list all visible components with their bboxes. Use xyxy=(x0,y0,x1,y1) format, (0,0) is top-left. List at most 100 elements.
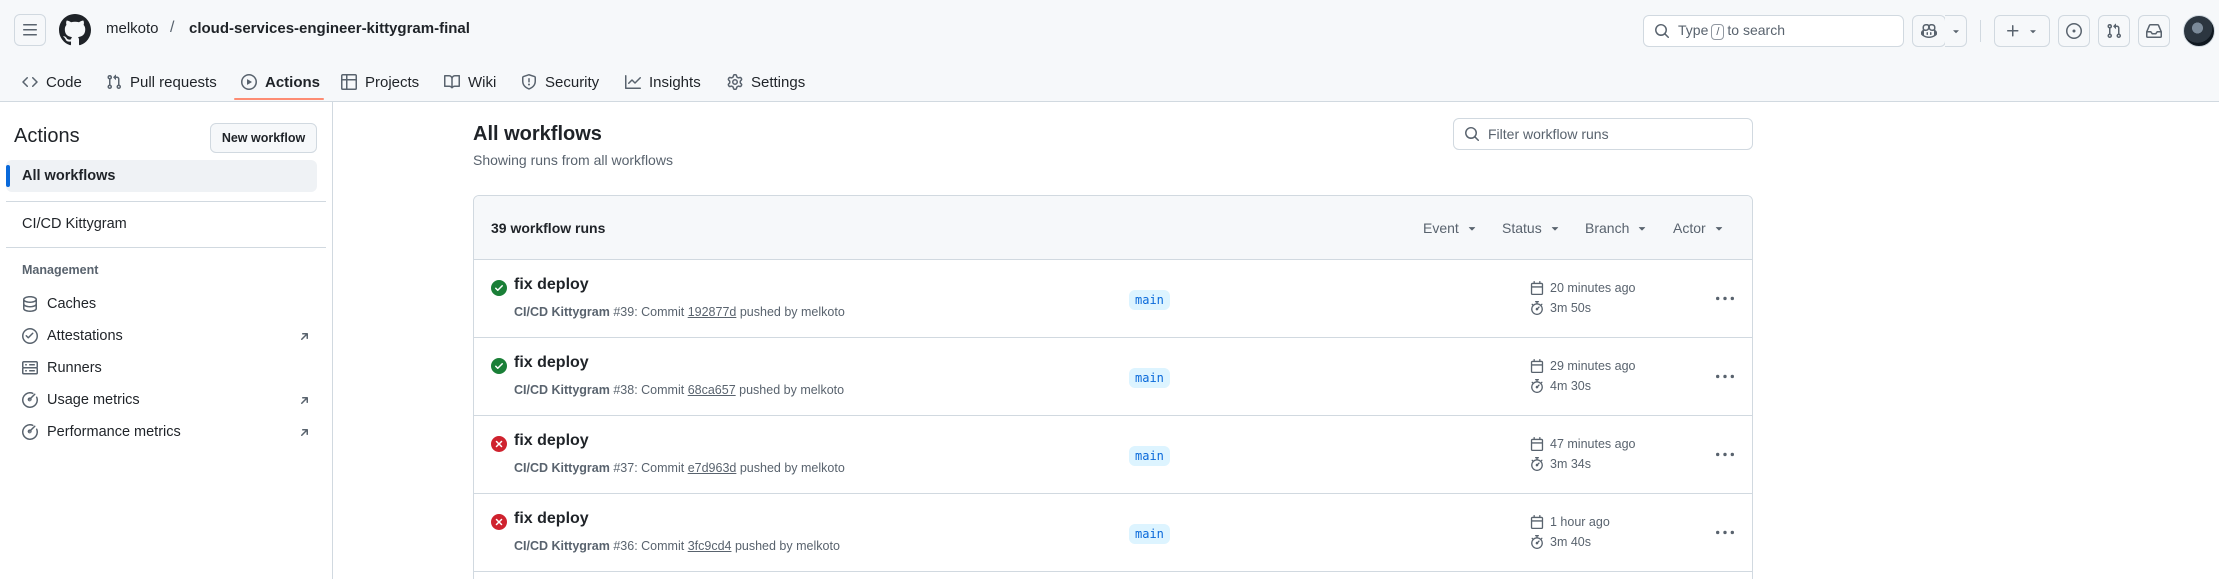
kebab-horizontal-icon xyxy=(1716,452,1734,457)
tab-security[interactable]: Security xyxy=(521,66,599,98)
run-number: #37 xyxy=(613,461,635,475)
run-workflow-name: CI/CD Kittygram xyxy=(514,383,610,397)
run-commit-sha-link[interactable]: 68ca657 xyxy=(688,383,736,397)
run-actions-menu-button[interactable] xyxy=(1715,289,1735,309)
sidebar-item-workflow[interactable]: CI/CD Kittygram xyxy=(22,216,127,232)
triangle-down-icon xyxy=(1715,227,1722,231)
branch-badge[interactable]: main xyxy=(1129,368,1170,388)
run-duration: 3m 50s xyxy=(1530,301,1591,315)
calendar-icon xyxy=(1530,281,1544,295)
run-title-link[interactable]: fix deploy xyxy=(514,510,589,528)
meter-icon xyxy=(22,392,38,408)
user-avatar[interactable] xyxy=(2183,15,2215,47)
filter-workflow-runs-input[interactable]: Filter workflow runs xyxy=(1453,118,1753,150)
run-number: #38 xyxy=(613,383,635,397)
tab-projects[interactable]: Projects xyxy=(341,66,419,98)
workflow-run-row[interactable]: fix deploy CI/CD Kittygram #37: Commit e… xyxy=(474,416,1752,494)
git-pull-request-icon xyxy=(2107,23,2122,39)
sidebar-item-attestations[interactable]: Attestations xyxy=(22,325,312,347)
tab-actions-label: Actions xyxy=(265,73,321,91)
new-workflow-button[interactable]: New workflow xyxy=(210,123,317,153)
book-icon xyxy=(444,74,460,89)
sidebar-item-usage-metrics[interactable]: Usage metrics xyxy=(22,389,312,411)
link-external-icon xyxy=(301,397,308,404)
run-title-link[interactable]: fix deploy xyxy=(514,276,589,294)
sidebar-item-runners-label: Runners xyxy=(47,360,102,376)
workflow-run-row[interactable]: fix deploy CI/CD Kittygram #39: Commit 1… xyxy=(474,260,1752,338)
branch-badge[interactable]: main xyxy=(1129,290,1170,310)
sidebar-item-usage-metrics-label: Usage metrics xyxy=(47,392,140,408)
run-title-link[interactable]: fix deploy xyxy=(514,354,589,372)
sidebar-item-attestations-label: Attestations xyxy=(47,328,123,344)
branch-badge[interactable]: main xyxy=(1129,446,1170,466)
run-title-link[interactable]: fix deploy xyxy=(514,432,589,450)
tab-wiki[interactable]: Wiki xyxy=(444,66,496,98)
copilot-dropdown-button[interactable] xyxy=(1945,15,1967,47)
run-meta: CI/CD Kittygram #39: Commit 192877d push… xyxy=(514,305,845,319)
tab-insights[interactable]: Insights xyxy=(625,66,701,98)
sidebar-item-performance-metrics[interactable]: Performance metrics xyxy=(22,421,312,443)
issue-opened-icon xyxy=(2066,23,2082,39)
run-number: #39 xyxy=(613,305,635,319)
breadcrumb-repo[interactable]: cloud-services-engineer-kittygram-final xyxy=(189,20,470,37)
sidebar-item-runners[interactable]: Runners xyxy=(22,357,312,379)
graph-icon xyxy=(625,75,641,89)
tab-projects-label: Projects xyxy=(365,73,420,91)
sidebar-item-performance-metrics-label: Performance metrics xyxy=(47,424,181,440)
tab-pull-requests[interactable]: Pull requests xyxy=(106,66,217,98)
github-logo-icon[interactable] xyxy=(59,14,91,46)
kebab-horizontal-icon xyxy=(1716,530,1734,535)
copilot-button[interactable] xyxy=(1912,15,1946,47)
branch-filter-dropdown[interactable]: Branch xyxy=(1585,220,1649,236)
workflow-run-row[interactable]: fix deploy CI/CD Kittygram #38: Commit 6… xyxy=(474,338,1752,416)
run-actions-menu-button[interactable] xyxy=(1715,445,1735,465)
run-actions-menu-button[interactable] xyxy=(1715,367,1735,387)
run-workflow-name: CI/CD Kittygram xyxy=(514,539,610,553)
run-duration: 3m 34s xyxy=(1530,457,1591,471)
triangle-down-icon xyxy=(2030,30,2036,34)
branch-badge[interactable]: main xyxy=(1129,524,1170,544)
event-filter-dropdown[interactable]: Event xyxy=(1423,220,1479,236)
create-new-button[interactable] xyxy=(1994,15,2050,47)
run-commit-label: Commit xyxy=(641,461,685,475)
workflow-run-row[interactable]: fix deploy CI/CD Kittygram #36: Commit 3… xyxy=(474,494,1752,572)
pull-requests-button[interactable] xyxy=(2098,15,2130,47)
link-external-icon xyxy=(301,429,308,436)
tab-code[interactable]: Code xyxy=(22,66,82,98)
run-commit-sha-link[interactable]: e7d963d xyxy=(688,461,737,475)
run-time-text: 1 hour ago xyxy=(1550,515,1610,529)
run-pushed-by: pushed by xyxy=(739,461,798,475)
shield-icon xyxy=(522,74,536,90)
run-actor: melkoto xyxy=(801,461,845,475)
runs-count: 39 workflow runs xyxy=(491,220,606,236)
sidebar-title: Actions xyxy=(14,125,80,147)
inbox-button[interactable] xyxy=(2138,15,2170,47)
database-icon xyxy=(23,296,37,312)
run-number: #36 xyxy=(613,539,635,553)
actor-filter-dropdown[interactable]: Actor xyxy=(1673,220,1726,236)
status-filter-dropdown[interactable]: Status xyxy=(1502,220,1562,236)
sidebar-item-caches[interactable]: Caches xyxy=(22,293,312,315)
page-title: All workflows xyxy=(473,123,602,145)
global-header: melkoto / cloud-services-engineer-kittyg… xyxy=(0,0,2219,102)
menu-button[interactable] xyxy=(14,14,46,46)
tab-actions[interactable]: Actions xyxy=(241,66,320,98)
tab-pull-requests-label: Pull requests xyxy=(130,73,217,91)
breadcrumb-owner[interactable]: melkoto xyxy=(106,20,159,37)
run-actions-menu-button[interactable] xyxy=(1715,523,1735,543)
tab-settings[interactable]: Settings xyxy=(727,66,805,98)
search-prefix: Type xyxy=(1678,22,1709,38)
triangle-down-icon xyxy=(1551,227,1558,231)
code-icon xyxy=(22,76,38,88)
search-icon xyxy=(1655,24,1670,39)
run-time-text: 20 minutes ago xyxy=(1550,281,1636,295)
sidebar-active-indicator xyxy=(6,165,10,187)
kebab-horizontal-icon xyxy=(1716,374,1734,379)
header-divider xyxy=(1980,20,1981,42)
global-search-input[interactable]: Type / to search xyxy=(1643,15,1904,47)
run-commit-sha-link[interactable]: 3fc9cd4 xyxy=(688,539,732,553)
event-filter-label: Event xyxy=(1423,220,1459,236)
run-actor: melkoto xyxy=(801,305,845,319)
issues-button[interactable] xyxy=(2058,15,2090,47)
run-commit-sha-link[interactable]: 192877d xyxy=(688,305,737,319)
